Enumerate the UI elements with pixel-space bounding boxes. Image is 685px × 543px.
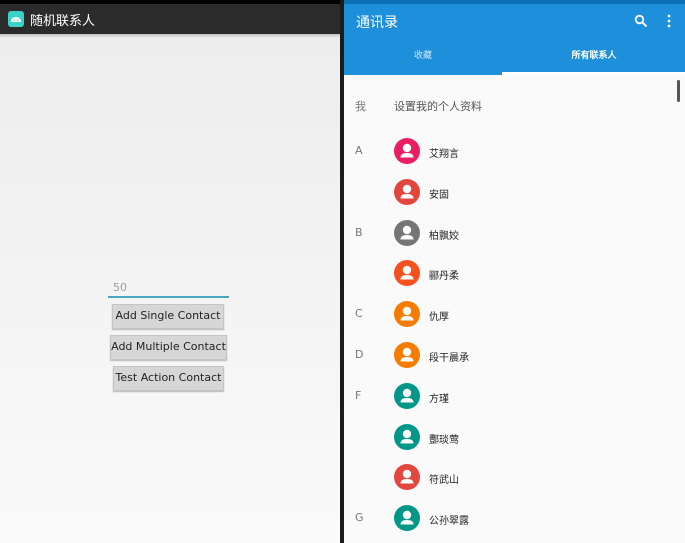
contact-name: 公孙翠露: [429, 516, 469, 528]
section-letter: C: [355, 307, 363, 321]
contact-name: 安固: [429, 189, 449, 201]
search-icon[interactable]: [634, 13, 648, 32]
app-bar-shadow: [0, 34, 340, 38]
contact-row[interactable]: 安固: [344, 173, 685, 213]
contacts-app: 通讯录 收藏 所有联系人 我 设置我的个人资料 A 艾翔言安固 B 柏飘姣郦丹柔 C 仇厚…: [344, 0, 685, 543]
contact-name: 艾翔言: [429, 149, 459, 160]
contact-name: 符武山: [429, 475, 459, 487]
contact-name: 柏飘姣: [429, 230, 459, 242]
section-letter: D: [355, 348, 364, 361]
tab-indicator: [502, 72, 685, 75]
contact-row[interactable]: 郦丹柔: [344, 254, 685, 294]
contact-row[interactable]: A 艾翔言: [344, 132, 685, 172]
add-single-contact-button[interactable]: Add Single Contact: [112, 304, 224, 329]
status-bar: [344, 0, 685, 4]
avatar-person-icon: [394, 138, 420, 164]
section-letter: A: [355, 144, 363, 157]
contact-name: 仇厚: [429, 312, 449, 324]
page-title: 通讯录: [356, 15, 398, 31]
section-letter: F: [355, 388, 362, 402]
section-letter: G: [355, 511, 364, 525]
avatar-person-icon: [394, 505, 420, 532]
avatar-person-icon: [394, 464, 420, 491]
section-letter: B: [355, 225, 363, 239]
avatar-person-icon: [394, 423, 420, 450]
test-action-contact-button[interactable]: Test Action Contact: [113, 366, 224, 391]
contact-name: 酆琰莺: [429, 434, 459, 446]
contact-name: 方瑾: [429, 393, 449, 405]
toolbar: 通讯录 收藏 所有联系人: [344, 0, 685, 75]
contact-row[interactable]: C 仇厚: [344, 295, 685, 335]
setup-profile-label: 设置我的个人资料: [394, 100, 482, 113]
avatar-person-icon: [394, 382, 420, 409]
contact-row[interactable]: 酆琰莺: [344, 418, 685, 458]
contact-row[interactable]: D 段干晨承: [344, 336, 685, 376]
app-title: 随机联系人: [30, 14, 96, 29]
avatar-person-icon: [394, 178, 420, 205]
contact-row[interactable]: F 方瑾: [344, 377, 685, 417]
section-letter: 我: [355, 100, 366, 113]
contact-row[interactable]: 符武山: [344, 458, 685, 498]
contact-name: 郦丹柔: [429, 271, 459, 283]
contact-count-input[interactable]: 50: [108, 281, 229, 298]
random-contacts-app: 随机联系人 50 Add Single Contact Add Multiple…: [0, 0, 340, 543]
avatar-person-icon: [394, 301, 420, 328]
avatar-person-icon: [394, 260, 420, 287]
add-multiple-contact-button[interactable]: Add Multiple Contact: [110, 335, 227, 360]
tab-favorites[interactable]: 收藏: [344, 48, 502, 61]
contact-row[interactable]: B 柏飘姣: [344, 214, 685, 254]
more-options-icon[interactable]: [666, 13, 672, 32]
android-app-icon: [8, 11, 24, 27]
avatar-person-icon: [394, 342, 420, 368]
contact-row[interactable]: G 公孙翠露: [344, 499, 685, 539]
avatar-person-icon: [394, 219, 420, 246]
contact-name: 段干晨承: [429, 353, 469, 364]
app-bar: 随机联系人: [0, 4, 340, 34]
tab-all-contacts[interactable]: 所有联系人: [514, 48, 674, 61]
